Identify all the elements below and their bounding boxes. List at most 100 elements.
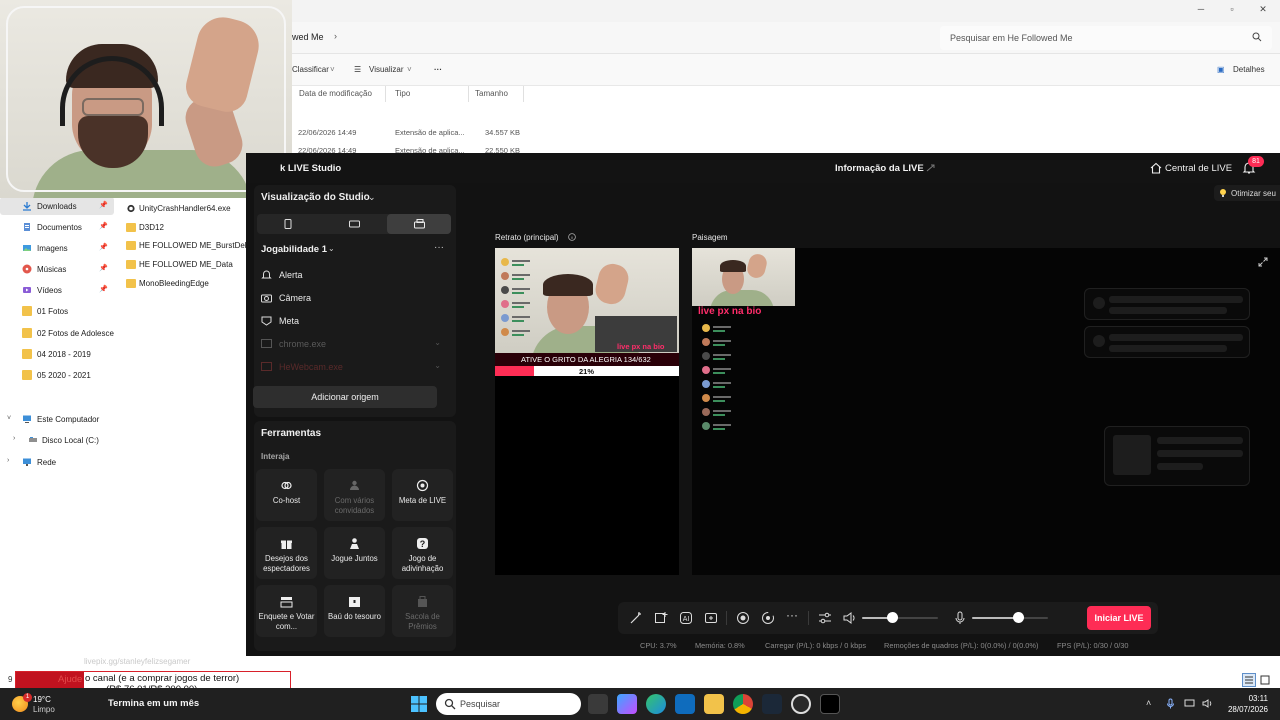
pin-icon[interactable]: 📌 xyxy=(99,201,108,209)
table-row[interactable]: 22/06/2026 14:49 Extensão de aplica... 3… xyxy=(298,128,538,140)
microphone-icon[interactable] xyxy=(1165,698,1176,709)
source-webcam-exe[interactable]: HeWebcam.exe ⌄ xyxy=(261,359,441,375)
sidebar-item-videos[interactable]: Vídeos 📌 xyxy=(0,281,114,299)
pin-icon[interactable]: 📌 xyxy=(99,285,108,293)
sidebar-item-04-2018[interactable]: 04 2018 - 2019 xyxy=(0,345,114,363)
info-icon[interactable] xyxy=(568,233,576,241)
source-goal[interactable]: Meta xyxy=(261,313,441,329)
sidebar-item-local-disk[interactable]: › Disco Local (C:) xyxy=(0,431,114,449)
maximize-icon[interactable]: ▫ xyxy=(1225,4,1239,16)
pin-icon[interactable]: 📌 xyxy=(99,264,108,272)
column-divider[interactable] xyxy=(468,86,469,102)
chrome-icon[interactable] xyxy=(733,694,753,714)
clock-time[interactable]: 03:11 xyxy=(1222,694,1268,703)
details-view-icon[interactable] xyxy=(1242,673,1256,687)
edge-browser-icon[interactable] xyxy=(646,694,666,714)
scene-title[interactable]: Jogabilidade 1 xyxy=(261,244,327,255)
windows-start-icon[interactable] xyxy=(410,695,428,713)
tool-poll[interactable]: Enquete e Votar com... xyxy=(256,585,317,637)
tool-guessing-game[interactable]: ? Jogo de adivinhação xyxy=(392,527,453,579)
source-camera[interactable]: Câmera xyxy=(261,290,441,306)
breadcrumb[interactable]: wed Me xyxy=(292,32,324,42)
tool-cohost[interactable]: Co-host xyxy=(256,469,317,521)
more-options-icon[interactable]: ··· xyxy=(786,608,800,622)
portrait-preview[interactable]: live px na bio ATIVE O GRITO DA ALEGRIA … xyxy=(495,248,679,575)
start-live-button[interactable]: Iniciar LIVE xyxy=(1087,606,1151,630)
column-divider[interactable] xyxy=(523,86,524,102)
dual-layout-button[interactable] xyxy=(387,214,451,234)
optimize-tip[interactable]: Otimizar seu xyxy=(1214,185,1280,201)
tool-viewer-wishes[interactable]: Desejos dos espectadores xyxy=(256,527,317,579)
close-icon[interactable]: ✕ xyxy=(1256,4,1270,16)
column-header-type[interactable]: Tipo xyxy=(395,89,410,98)
magic-wand-icon[interactable] xyxy=(629,611,643,625)
chevron-down-icon[interactable]: ˅ xyxy=(7,415,17,425)
live-info-title[interactable]: Informação da LIVE xyxy=(835,163,924,174)
tool-treasure-chest[interactable]: Baú do tesouro xyxy=(324,585,385,637)
widget-promo-text[interactable]: Termina em um mês xyxy=(108,698,199,709)
sidebar-item-this-pc[interactable]: ˅ Este Computador xyxy=(0,410,114,428)
task-view-icon[interactable] xyxy=(588,694,608,714)
copilot-icon[interactable] xyxy=(617,694,637,714)
tool-prize-bag[interactable]: Sacola de Prêmios xyxy=(392,585,453,637)
more-options-icon[interactable]: ··· xyxy=(434,242,444,253)
sidebar-item-network[interactable]: › Rede xyxy=(0,453,114,471)
replay-icon[interactable] xyxy=(761,611,775,625)
ai-effects-icon[interactable]: AI xyxy=(679,611,693,625)
volume-icon[interactable] xyxy=(1202,698,1213,709)
sidebar-item-music[interactable]: Músicas 📌 xyxy=(0,260,114,278)
weather-widget[interactable]: 1 19°C Limpo xyxy=(12,692,102,716)
share-icon[interactable] xyxy=(926,163,936,173)
tiles-view-icon[interactable] xyxy=(1258,673,1272,687)
view-button[interactable]: Visualizar xyxy=(369,65,404,74)
column-header-date[interactable]: Data de modificação xyxy=(299,89,372,98)
source-alert[interactable]: Alerta xyxy=(261,267,441,283)
sidebar-item-documents[interactable]: Documentos 📌 xyxy=(0,218,114,236)
column-divider[interactable] xyxy=(385,86,386,102)
chevron-down-icon[interactable]: ⌄ xyxy=(434,361,441,370)
pin-icon[interactable]: 📌 xyxy=(99,222,108,230)
column-header-size[interactable]: Tamanho xyxy=(475,89,508,98)
portrait-layout-button[interactable] xyxy=(257,214,321,234)
landscape-layout-button[interactable] xyxy=(322,214,386,234)
minimize-icon[interactable]: ─ xyxy=(1194,4,1208,16)
audio-settings-icon[interactable] xyxy=(818,611,832,625)
sidebar-item-downloads[interactable]: Downloads 📌 xyxy=(0,197,114,215)
add-overlay-icon[interactable] xyxy=(654,611,668,625)
list-item[interactable]: HE FOLLOWED ME_BurstDebu xyxy=(124,237,250,255)
chevron-up-icon[interactable]: ˄ xyxy=(1146,698,1151,708)
landscape-preview[interactable]: live px na bio xyxy=(692,248,1280,575)
chevron-right-icon[interactable]: › xyxy=(13,435,23,445)
mail-icon[interactable] xyxy=(675,694,695,714)
expand-icon[interactable] xyxy=(1258,257,1268,267)
speaker-icon[interactable] xyxy=(843,611,857,625)
list-item[interactable]: D3D12 xyxy=(124,219,250,237)
screen-capture-icon[interactable] xyxy=(704,611,718,625)
taskbar-search[interactable]: Pesquisar xyxy=(436,693,581,715)
sort-button[interactable]: Classificar xyxy=(292,65,329,74)
sidebar-item-05-2020[interactable]: 05 2020 - 2021 xyxy=(0,366,114,384)
tool-live-goal[interactable]: Meta de LIVE xyxy=(392,469,453,521)
steam-icon[interactable] xyxy=(762,694,782,714)
chevron-right-icon[interactable]: › xyxy=(7,457,17,467)
file-explorer-icon[interactable] xyxy=(704,694,724,714)
list-item[interactable]: MonoBleedingEdge xyxy=(124,275,250,293)
sidebar-item-01-fotos[interactable]: 01 Fotos xyxy=(0,302,114,320)
add-source-button[interactable]: Adicionar origem xyxy=(253,386,437,408)
search-input[interactable]: Pesquisar em He Followed Me xyxy=(940,26,1272,50)
source-chrome[interactable]: chrome.exe ⌄ xyxy=(261,336,441,352)
tool-play-together[interactable]: Jogue Juntos xyxy=(324,527,385,579)
sidebar-item-02-fotos[interactable]: 02 Fotos de Adolesce xyxy=(0,324,114,342)
record-icon[interactable] xyxy=(736,611,750,625)
sidebar-item-images[interactable]: Imagens 📌 xyxy=(0,239,114,257)
chevron-down-icon[interactable]: ⌄ xyxy=(368,192,376,203)
volume-slider-handle[interactable] xyxy=(887,612,899,623)
tiktok-live-studio-icon[interactable] xyxy=(820,694,840,714)
list-item[interactable]: HE FOLLOWED ME_Data xyxy=(124,256,250,274)
clock-date[interactable]: 28/07/2026 xyxy=(1222,705,1268,714)
chevron-right-icon[interactable]: › xyxy=(334,31,337,41)
microphone-icon[interactable] xyxy=(953,611,967,625)
details-button[interactable]: Detalhes xyxy=(1233,65,1265,74)
mic-slider-handle[interactable] xyxy=(1012,612,1024,623)
list-item[interactable]: UnityCrashHandler64.exe xyxy=(124,200,250,218)
